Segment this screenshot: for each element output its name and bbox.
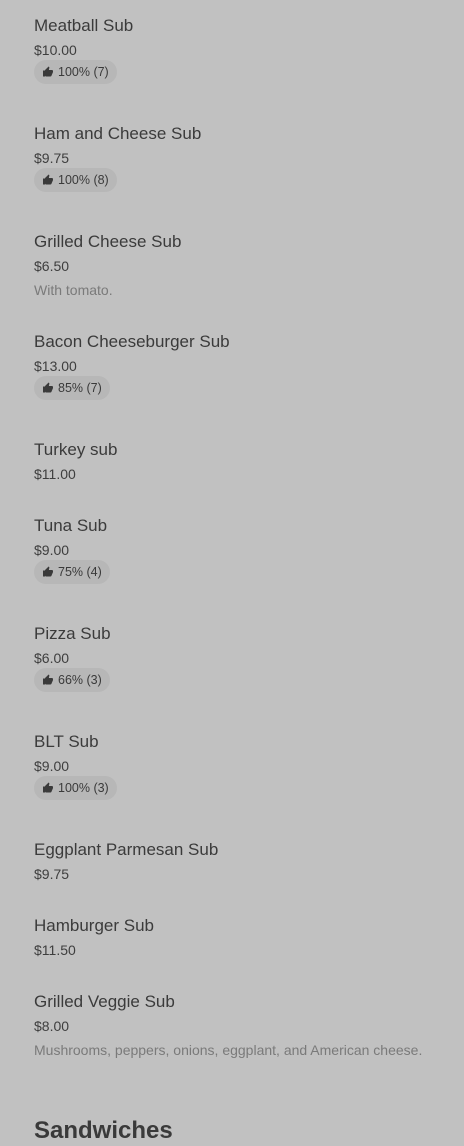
rating-badge: 100% (3): [34, 776, 117, 800]
rating-text: 75% (4): [58, 565, 102, 579]
rating-text: 66% (3): [58, 673, 102, 687]
item-name: Pizza Sub: [34, 624, 111, 643]
item-name: Bacon Cheeseburger Sub: [34, 332, 230, 351]
item-name: BLT Sub: [34, 732, 99, 751]
thumbs-up-icon: [43, 66, 53, 77]
item-name: Tuna Sub: [34, 516, 108, 535]
item-name: Hamburger Sub: [34, 916, 155, 935]
item-price: $9.00: [34, 542, 70, 558]
item-price: $13.00: [34, 358, 77, 374]
rating-badge: 100% (7): [34, 60, 117, 84]
item-price: $6.50: [34, 258, 70, 274]
section-title-sandwiches: Sandwiches: [34, 1117, 173, 1144]
rating-badge: 66% (3): [34, 668, 110, 692]
rating-badge: 85% (7): [34, 376, 110, 400]
item-price: $6.00: [34, 650, 70, 666]
rating-badge: 75% (4): [34, 560, 110, 584]
rating-text: 85% (7): [58, 381, 102, 395]
item-name: Eggplant Parmesan Sub: [34, 840, 219, 859]
thumbs-up-icon: [43, 174, 53, 185]
thumbs-up-icon: [43, 382, 53, 393]
item-description: Mushrooms, peppers, onions, eggplant, an…: [34, 1042, 423, 1058]
item-price: $11.00: [34, 466, 76, 482]
item-price: $9.75: [34, 150, 70, 166]
item-name: Grilled Cheese Sub: [34, 232, 182, 251]
thumbs-up-icon: [43, 674, 53, 685]
item-name: Grilled Veggie Sub: [34, 992, 175, 1011]
item-price: $9.00: [34, 758, 70, 774]
rating-text: 100% (3): [58, 781, 109, 795]
item-price: $11.50: [34, 942, 76, 958]
item-description: With tomato.: [34, 282, 113, 298]
rating-text: 100% (8): [58, 173, 109, 187]
rating-badge: 100% (8): [34, 168, 117, 192]
thumbs-up-icon: [43, 782, 53, 793]
item-name: Ham and Cheese Sub: [34, 124, 202, 143]
thumbs-up-icon: [43, 566, 53, 577]
item-name: Turkey sub: [34, 440, 118, 459]
item-price: $10.00: [34, 42, 77, 58]
item-name: Meatball Sub: [34, 16, 134, 35]
item-price: $9.75: [34, 866, 70, 882]
rating-text: 100% (7): [58, 65, 109, 79]
item-price: $8.00: [34, 1018, 70, 1034]
